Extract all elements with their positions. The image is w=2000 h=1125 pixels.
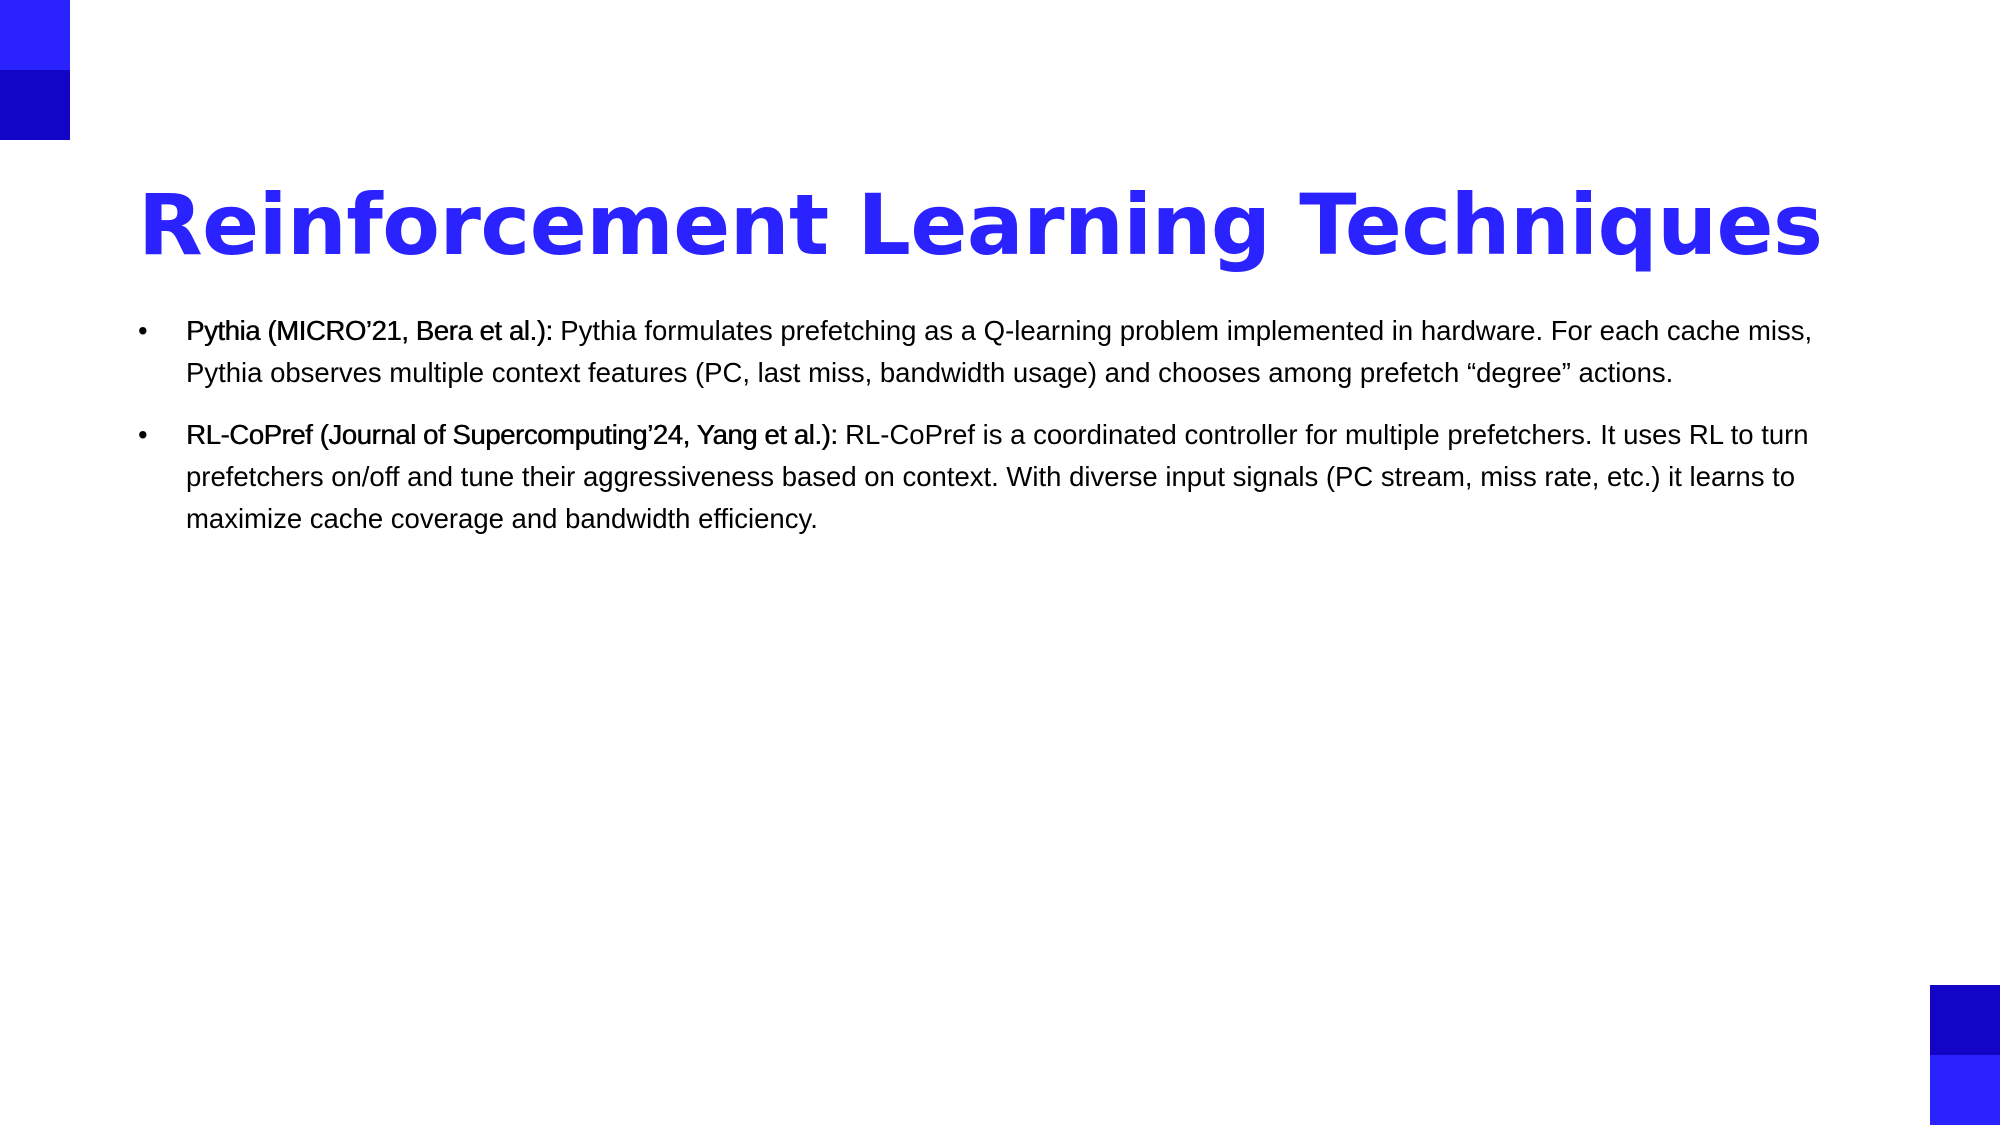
- bullet-lead: RL-CoPref (Journal of Supercomputing’24,…: [186, 419, 838, 450]
- bullet-item-rl-copref: • RL-CoPref (Journal of Supercomputing’2…: [138, 414, 1838, 540]
- bullet-symbol: •: [138, 419, 148, 450]
- bullet-item-pythia: • Pythia (MICRO’21, Bera et al.): Pythia…: [138, 310, 1838, 394]
- bullet-lead: Pythia (MICRO’21, Bera et al.):: [186, 315, 553, 346]
- corner-block-bottom-right-lower: [1930, 1055, 2000, 1125]
- corner-block-top-left-lower: [0, 70, 70, 140]
- bullet-list: • Pythia (MICRO’21, Bera et al.): Pythia…: [138, 310, 1838, 560]
- corner-block-bottom-right-upper: [1930, 985, 2000, 1055]
- slide-title: Reinforcement Learning Techniques: [138, 176, 1823, 274]
- bullet-symbol: •: [138, 315, 148, 346]
- corner-block-top-left-upper: [0, 0, 70, 70]
